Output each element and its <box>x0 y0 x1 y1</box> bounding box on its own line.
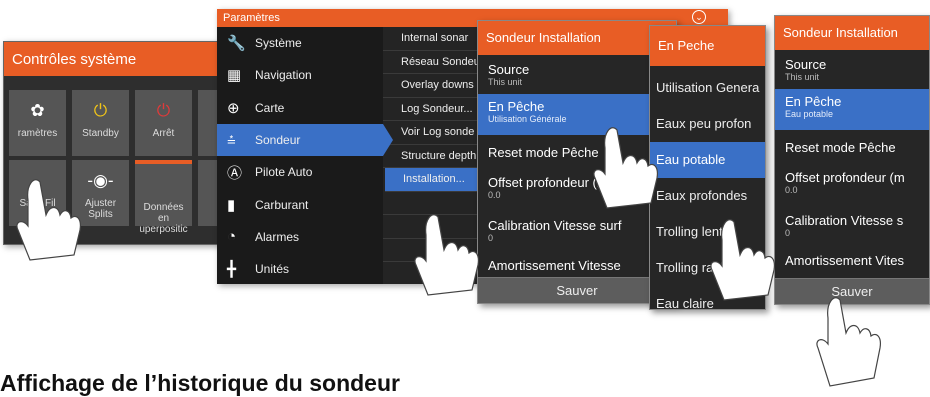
nav-icon: ⩮ <box>227 131 236 149</box>
nav-icon: 🔧 <box>227 35 246 53</box>
settings-row[interactable]: Amortissement Vites <box>775 243 929 273</box>
row-label: Source <box>488 62 530 77</box>
row-label: Calibration Vitesse s <box>785 213 904 228</box>
settings-row[interactable]: Offset profondeur (m 0.0 <box>775 165 929 208</box>
tile-label: Données en uperpositic <box>139 202 188 235</box>
fishing-option[interactable]: Eau claire <box>650 286 765 309</box>
row-label: Calibration Vitesse surf <box>488 218 622 233</box>
tile-icon: ✿ <box>30 101 45 120</box>
tile-label: Sans Fil <box>19 198 56 209</box>
system-tile[interactable]: Données en uperpositic <box>135 160 192 235</box>
tile-icon: ⏻ <box>156 101 171 120</box>
section-heading: Affichage de l’historique du sondeur <box>0 370 400 396</box>
nav-label: Pilote Auto <box>255 165 313 180</box>
row-value: 0.0 <box>488 190 501 200</box>
tile-label: Ajuster Splits <box>84 198 117 220</box>
system-tile[interactable]: ✿ ramètres <box>9 90 66 156</box>
tile-label: ramètres <box>17 128 58 139</box>
settings-row[interactable]: Source This unit <box>478 57 676 94</box>
fishing-mode-title: En Peche <box>650 26 765 66</box>
row-value: 0 <box>785 228 791 238</box>
nav-icon: ⊕ <box>227 99 240 117</box>
row-value: Utilisation Générale <box>488 114 567 124</box>
settings-row[interactable]: En Pêche Utilisation Générale <box>478 94 676 135</box>
sonar-installation-dialog: Sondeur Installation Source This unit En P… <box>477 20 677 304</box>
nav-label: Sondeur <box>255 133 301 148</box>
sonar-installation-title: Sondeur Installation <box>478 21 676 55</box>
nav-item[interactable]: ◔ Alarmes <box>217 221 383 253</box>
nav-item[interactable]: ⩮ Sondeur <box>217 123 383 157</box>
settings-row[interactable]: En Pêche Eau potable <box>775 89 929 130</box>
row-label: Source <box>785 57 827 72</box>
nav-item[interactable]: Ⓐ Pilote Auto <box>217 156 383 188</box>
row-value: 0 <box>488 233 494 243</box>
nav-icon: ▮ <box>227 196 236 214</box>
settings-row[interactable]: Reset mode Pêche <box>478 135 676 170</box>
save-button[interactable]: Sauver <box>478 277 676 303</box>
fishing-option[interactable]: Trolling rapide <box>650 250 765 286</box>
settings-row[interactable]: Calibration Vitesse surf 0 <box>478 213 676 248</box>
settings-row[interactable]: Amortissement Vitesse <box>478 248 676 278</box>
fishing-option[interactable]: Trolling lent <box>650 214 765 250</box>
nav-item[interactable]: 🔧 Système <box>217 27 383 59</box>
row-value: This unit <box>785 72 820 82</box>
nav-item[interactable]: ╋ Unités <box>217 253 383 284</box>
row-value: Eau potable <box>785 109 834 119</box>
settings-row[interactable]: Offset profondeur (m) 0.0 <box>478 170 676 213</box>
row-label: En Pêche <box>488 99 545 114</box>
nav-item[interactable]: ⊕ Carte <box>217 92 383 124</box>
row-value: 0.0 <box>785 185 798 195</box>
nav-label: Navigation <box>255 68 312 83</box>
system-tile[interactable]: Sans Fil <box>9 160 66 226</box>
fishing-option[interactable]: Eaux peu profon <box>650 106 765 142</box>
row-label: Amortissement Vitesse <box>488 258 621 273</box>
nav-icon: ◔ <box>227 228 237 246</box>
fishing-mode-dialog: En Peche Utilisation Genera Eaux peu prof… <box>649 25 766 310</box>
nav-label: Système <box>255 36 302 51</box>
tile-label: Standby <box>82 128 119 139</box>
row-label: Offset profondeur (m) <box>488 175 613 190</box>
settings-row[interactable]: Reset mode Pêche <box>775 130 929 165</box>
nav-icon: Ⓐ <box>227 164 243 182</box>
row-label: En Pêche <box>785 94 842 109</box>
tile-icon: -◉- <box>87 171 114 190</box>
fishing-option[interactable]: Utilisation Genera <box>650 70 765 106</box>
system-tile[interactable]: ⏻ Standby <box>72 90 129 156</box>
fishing-option[interactable]: Eau potable <box>650 142 765 178</box>
row-label: Amortissement Vites <box>785 253 904 268</box>
settings-row[interactable]: Source This unit <box>775 52 929 89</box>
nav-label: Unités <box>255 262 290 277</box>
row-label: Offset profondeur (m <box>785 170 905 185</box>
fishing-option[interactable]: Eaux profondes <box>650 178 765 214</box>
nav-item[interactable]: ▦ Navigation <box>217 59 383 91</box>
row-label: Reset mode Pêche <box>488 145 599 160</box>
settings-nav: 🔧 Système ▦ Navigation ⊕ Carte ⩮ Sondeur Ⓐ Pilote… <box>217 27 383 284</box>
row-value: This unit <box>488 77 523 87</box>
save-button-updated[interactable]: Sauver <box>775 278 929 304</box>
selection-arrow <box>383 123 393 156</box>
row-label: Reset mode Pêche <box>785 140 896 155</box>
nav-icon: ▦ <box>227 67 242 85</box>
tile-label: Arrêt <box>152 128 175 139</box>
nav-label: Carburant <box>255 197 309 212</box>
system-tile[interactable]: ⏻ Arrêt <box>135 90 192 156</box>
close-icon[interactable]: ⌄ <box>692 10 706 24</box>
sonar-installation-title-updated: Sondeur Installation <box>775 16 929 50</box>
nav-label: Carte <box>255 100 285 115</box>
tile-icon: ⏻ <box>93 101 108 120</box>
sonar-installation-dialog-updated: Sondeur Installation Source This unit En P… <box>774 15 930 305</box>
nav-item[interactable]: ▮ Carburant <box>217 188 383 220</box>
nav-label: Alarmes <box>255 229 300 244</box>
system-tile[interactable]: -◉- Ajuster Splits <box>72 160 129 226</box>
nav-icon: ╋ <box>227 261 237 279</box>
settings-row[interactable]: Calibration Vitesse s0 <box>775 208 929 243</box>
